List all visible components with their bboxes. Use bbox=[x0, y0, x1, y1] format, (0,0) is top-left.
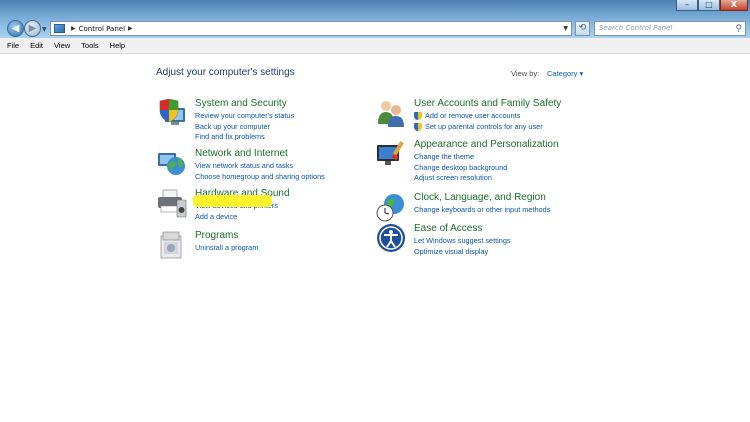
link-network-status[interactable]: View network status and tasks bbox=[195, 161, 325, 172]
clock-globe-icon bbox=[376, 194, 404, 222]
menu-view[interactable]: View bbox=[54, 41, 70, 50]
breadcrumb-chevron-icon[interactable]: ▶ bbox=[128, 25, 133, 32]
maximize-button[interactable]: □ bbox=[698, 0, 720, 11]
recent-pages-dropdown[interactable]: ▼ bbox=[42, 26, 47, 33]
programs-box-icon bbox=[160, 231, 182, 259]
back-arrow-icon: ◀ bbox=[11, 23, 20, 34]
breadcrumb-control-panel[interactable]: Control Panel bbox=[79, 25, 125, 33]
link-review-status[interactable]: Review your computer's status bbox=[195, 111, 294, 122]
back-button[interactable]: ◀ bbox=[7, 20, 24, 37]
link-homegroup-sharing[interactable]: Choose homegroup and sharing options bbox=[195, 172, 325, 183]
link-parental-controls[interactable]: Set up parental controls for any user bbox=[414, 122, 543, 133]
search-input[interactable]: Search Control Panel ⚲ bbox=[594, 21, 746, 36]
menu-bar: File Edit View Tools Help bbox=[0, 38, 750, 54]
link-back-up[interactable]: Back up your computer bbox=[195, 122, 294, 133]
window-titlebar: – □ X ◀ ▶ ▼ ▶ Control Panel ▶ ▼ ⟲ Search… bbox=[0, 0, 750, 38]
refresh-button[interactable]: ⟲ bbox=[575, 21, 590, 36]
category-title[interactable]: User Accounts and Family Safety bbox=[414, 98, 561, 109]
link-add-remove-accounts[interactable]: Add or remove user accounts bbox=[414, 111, 543, 122]
accessibility-icon bbox=[377, 224, 405, 252]
forward-arrow-icon: ▶ bbox=[28, 23, 37, 34]
address-dropdown-icon[interactable]: ▼ bbox=[563, 25, 568, 32]
page-title: Adjust your computer's settings bbox=[156, 67, 295, 78]
forward-button[interactable]: ▶ bbox=[24, 20, 41, 37]
window-controls: – □ X bbox=[676, 0, 748, 11]
breadcrumb-chevron-icon[interactable]: ▶ bbox=[71, 25, 76, 32]
category-title[interactable]: Clock, Language, and Region bbox=[414, 192, 546, 203]
menu-help[interactable]: Help bbox=[110, 41, 125, 50]
category-title[interactable]: Appearance and Personalization bbox=[414, 139, 559, 150]
monitor-paint-icon bbox=[377, 141, 404, 165]
view-by-label: View by: bbox=[511, 69, 540, 78]
minimize-button[interactable]: – bbox=[676, 0, 698, 11]
category-title[interactable]: Network and Internet bbox=[195, 148, 288, 159]
search-placeholder: Search Control Panel bbox=[599, 24, 673, 32]
menu-tools[interactable]: Tools bbox=[81, 41, 99, 50]
category-title[interactable]: System and Security bbox=[195, 98, 287, 109]
view-by-dropdown[interactable]: Category ▾ bbox=[547, 69, 583, 78]
close-button[interactable]: X bbox=[720, 0, 748, 11]
category-title[interactable]: Ease of Access bbox=[414, 223, 482, 234]
printer-speaker-icon bbox=[158, 189, 187, 218]
menu-edit[interactable]: Edit bbox=[30, 41, 43, 50]
shield-computer-icon bbox=[159, 98, 185, 125]
menu-file[interactable]: File bbox=[7, 41, 19, 50]
category-title[interactable]: Programs bbox=[195, 230, 238, 241]
link-suggest-settings[interactable]: Let Windows suggest settings bbox=[414, 236, 511, 247]
users-icon bbox=[378, 101, 404, 127]
yellow-highlight-annotation bbox=[193, 195, 272, 207]
control-panel-content: Adjust your computer's settings View by:… bbox=[0, 55, 750, 422]
control-panel-icon bbox=[54, 24, 65, 33]
link-uninstall-program[interactable]: Uninstall a program bbox=[195, 243, 258, 254]
link-optimize-visual[interactable]: Optimize visual display bbox=[414, 247, 511, 258]
globe-network-icon bbox=[158, 153, 185, 175]
search-icon[interactable]: ⚲ bbox=[735, 23, 742, 36]
address-bar[interactable]: ▶ Control Panel ▶ ▼ bbox=[50, 21, 572, 36]
link-add-device[interactable]: Add a device bbox=[195, 212, 278, 223]
link-screen-resolution[interactable]: Adjust screen resolution bbox=[414, 173, 507, 184]
link-find-fix-problems[interactable]: Find and fix problems bbox=[195, 132, 294, 143]
refresh-icon: ⟲ bbox=[578, 23, 587, 33]
link-change-theme[interactable]: Change the theme bbox=[414, 152, 507, 163]
link-change-keyboards[interactable]: Change keyboards or other input methods bbox=[414, 205, 550, 216]
link-desktop-background[interactable]: Change desktop background bbox=[414, 163, 507, 174]
